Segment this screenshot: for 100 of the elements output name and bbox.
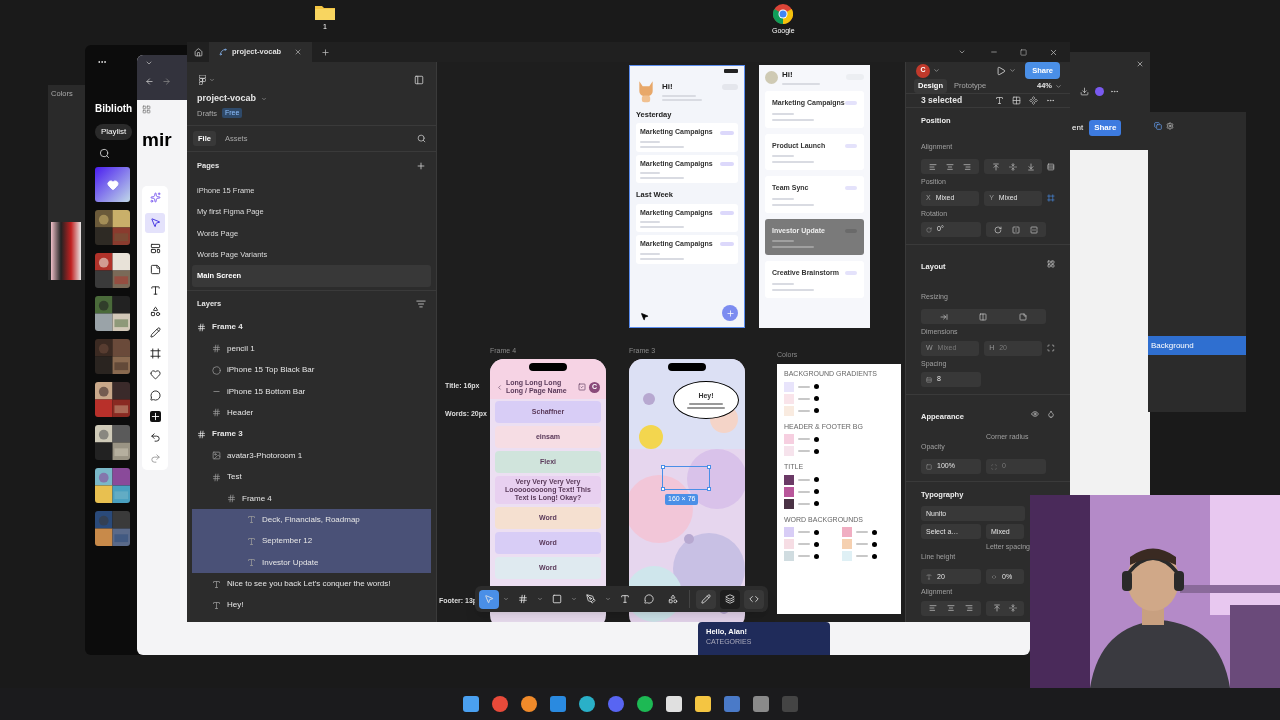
copy-icon[interactable] [1154, 122, 1162, 130]
component-icon[interactable] [1029, 95, 1038, 105]
forward-icon[interactable] [162, 77, 171, 86]
align-option-icon[interactable] [994, 225, 1002, 234]
tool-button[interactable] [696, 589, 716, 609]
align-option-icon[interactable] [1009, 604, 1017, 613]
download-icon[interactable] [1080, 86, 1089, 96]
sticker-icon[interactable] [149, 368, 161, 380]
board-logo[interactable]: mir [142, 126, 172, 155]
layer-row[interactable]: Hey! [187, 594, 436, 617]
layer-row[interactable]: Header [187, 402, 436, 424]
text-style-icon[interactable] [995, 95, 1004, 105]
code-editor-icon[interactable] [549, 696, 566, 712]
search-icon[interactable] [417, 133, 426, 143]
align-option-icon[interactable] [993, 604, 1001, 613]
new-tab-icon[interactable] [321, 47, 330, 57]
align-option-icon[interactable] [946, 162, 955, 171]
search-icon[interactable] [99, 148, 110, 159]
close-icon[interactable] [1049, 47, 1058, 57]
maximize-icon[interactable] [1020, 48, 1027, 56]
settings-icon[interactable] [1166, 122, 1174, 130]
share-button[interactable]: Share [1089, 120, 1122, 136]
close-tab-icon[interactable] [294, 48, 302, 56]
back-icon[interactable] [145, 77, 154, 86]
align-option-icon[interactable] [991, 162, 1000, 171]
resize-icon[interactable] [1047, 344, 1055, 352]
sidebar-toggle-icon[interactable] [414, 75, 424, 85]
blend-icon[interactable] [1047, 410, 1055, 418]
constraints-icon[interactable] [1047, 194, 1055, 202]
collapse-layers-icon[interactable] [416, 298, 426, 309]
shapes-icon[interactable] [149, 305, 161, 317]
grid-icon[interactable] [1012, 95, 1021, 105]
align-option-icon[interactable] [929, 604, 937, 613]
design-app-icon[interactable] [665, 696, 682, 712]
browser-icon[interactable] [491, 696, 508, 712]
layer-row[interactable]: Investor Update [192, 552, 431, 574]
add-page-icon[interactable] [416, 160, 426, 171]
music-app-icon[interactable] [636, 696, 653, 712]
text-line [640, 252, 660, 255]
folder-icon[interactable] [694, 696, 711, 712]
figma-logo-icon[interactable] [199, 75, 206, 85]
cursor-icon[interactable] [149, 217, 161, 228]
tool-button[interactable] [720, 589, 740, 609]
visibility-icon[interactable] [1031, 410, 1039, 418]
layer-row[interactable]: iPhone 15 Top Black Bar [187, 359, 436, 381]
undo-icon[interactable] [149, 431, 161, 443]
align-option-icon[interactable] [1012, 225, 1020, 234]
layer-row[interactable]: Test [187, 466, 436, 488]
sparkle-icon[interactable] [149, 191, 161, 203]
checkbox-icon[interactable] [578, 383, 586, 391]
pen-icon[interactable] [149, 326, 161, 338]
close-icon[interactable] [1136, 60, 1144, 68]
app-icon[interactable] [723, 696, 740, 712]
start-icon[interactable] [462, 696, 479, 712]
home-icon[interactable] [193, 47, 203, 57]
align-option-icon[interactable] [963, 162, 972, 171]
file-name[interactable]: project-vocab [197, 92, 256, 106]
app-icon[interactable] [752, 696, 769, 712]
add-button[interactable] [722, 305, 738, 321]
filter-chip[interactable]: Playlist [95, 124, 133, 140]
layer-row[interactable]: Frame 4 [187, 487, 436, 510]
apps-icon[interactable] [142, 105, 151, 114]
align-option-icon[interactable] [965, 604, 973, 613]
caret-icon [933, 67, 940, 74]
align-option-icon[interactable] [928, 162, 937, 171]
template-icon[interactable] [149, 242, 161, 254]
avatar [765, 70, 778, 84]
sticky-note-icon[interactable] [149, 263, 161, 275]
liked-songs-tile[interactable] [95, 167, 130, 202]
auto-layout-icon[interactable] [1047, 260, 1055, 268]
play-icon[interactable] [996, 65, 1007, 76]
align-option-icon[interactable] [1030, 225, 1038, 234]
layer-row[interactable]: pencil 1 [187, 338, 436, 360]
align-option-icon[interactable] [1019, 312, 1028, 321]
layer-row[interactable]: avatar3-Photoroom 1 [187, 445, 436, 467]
layer-row[interactable]: September 12 [192, 530, 431, 552]
add-icon[interactable] [149, 410, 161, 422]
comment-icon[interactable] [149, 389, 161, 401]
align-option-icon[interactable] [979, 312, 988, 321]
chat-app-icon[interactable] [607, 696, 624, 712]
align-option-icon[interactable] [1026, 162, 1035, 171]
profile-icon[interactable] [1095, 86, 1104, 96]
browser-icon[interactable] [520, 696, 537, 712]
plus-icon [725, 308, 735, 318]
layer-row[interactable]: iPhone 15 Bottom Bar [187, 380, 436, 403]
layer-row[interactable]: Background [1148, 336, 1246, 355]
layer-row[interactable]: Frame 3 [187, 423, 436, 446]
text-icon[interactable] [149, 284, 161, 296]
align-option-icon[interactable] [947, 604, 955, 613]
align-option-icon[interactable] [939, 312, 948, 321]
layer-row[interactable]: Nice to see you back Let’s conquer the words! [187, 573, 436, 595]
distribute-icon[interactable] [1047, 162, 1055, 171]
layer-row[interactable]: Deck, Financials, Roadmap [192, 509, 431, 531]
tool-button[interactable] [479, 589, 499, 609]
browser-icon[interactable] [578, 696, 595, 712]
layer-row[interactable]: Frame 4 [187, 316, 436, 339]
frame-icon[interactable] [149, 347, 161, 359]
align-option-icon[interactable] [1009, 162, 1018, 171]
toolbar-button[interactable]: ent [1070, 122, 1086, 134]
tool-button[interactable] [744, 589, 764, 609]
